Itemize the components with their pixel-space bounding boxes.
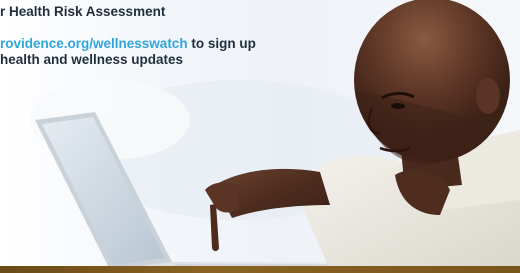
cta-line-2: health and wellness updates <box>0 52 184 67</box>
cta-suffix: to sign up <box>187 36 256 51</box>
cta-line: rovidence.org/wellnesswatch to sign up <box>0 36 256 52</box>
promo-banner: r Health Risk Assessment rovidence.org/w… <box>0 0 520 273</box>
heading-line: r Health Risk Assessment <box>0 4 166 19</box>
bottom-accent-bar <box>0 266 520 273</box>
wellnesswatch-link[interactable]: rovidence.org/wellnesswatch <box>0 36 188 51</box>
